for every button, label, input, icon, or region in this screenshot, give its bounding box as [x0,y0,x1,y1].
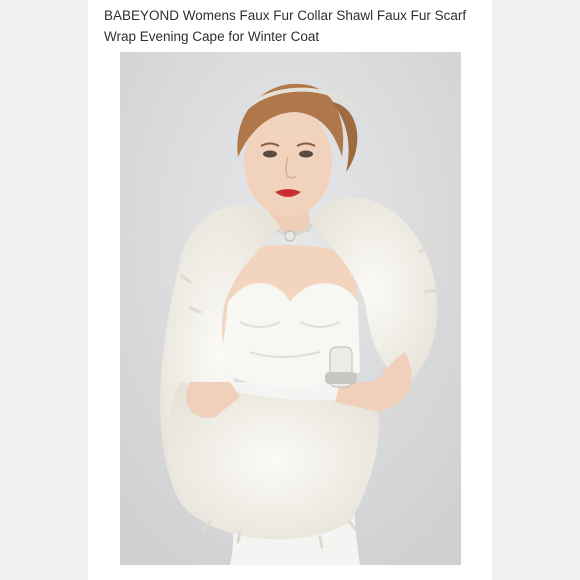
product-title: BABEYOND Womens Faux Fur Collar Shawl Fa… [104,8,467,44]
product-photo[interactable] [120,52,461,565]
model-illustration [120,52,461,565]
